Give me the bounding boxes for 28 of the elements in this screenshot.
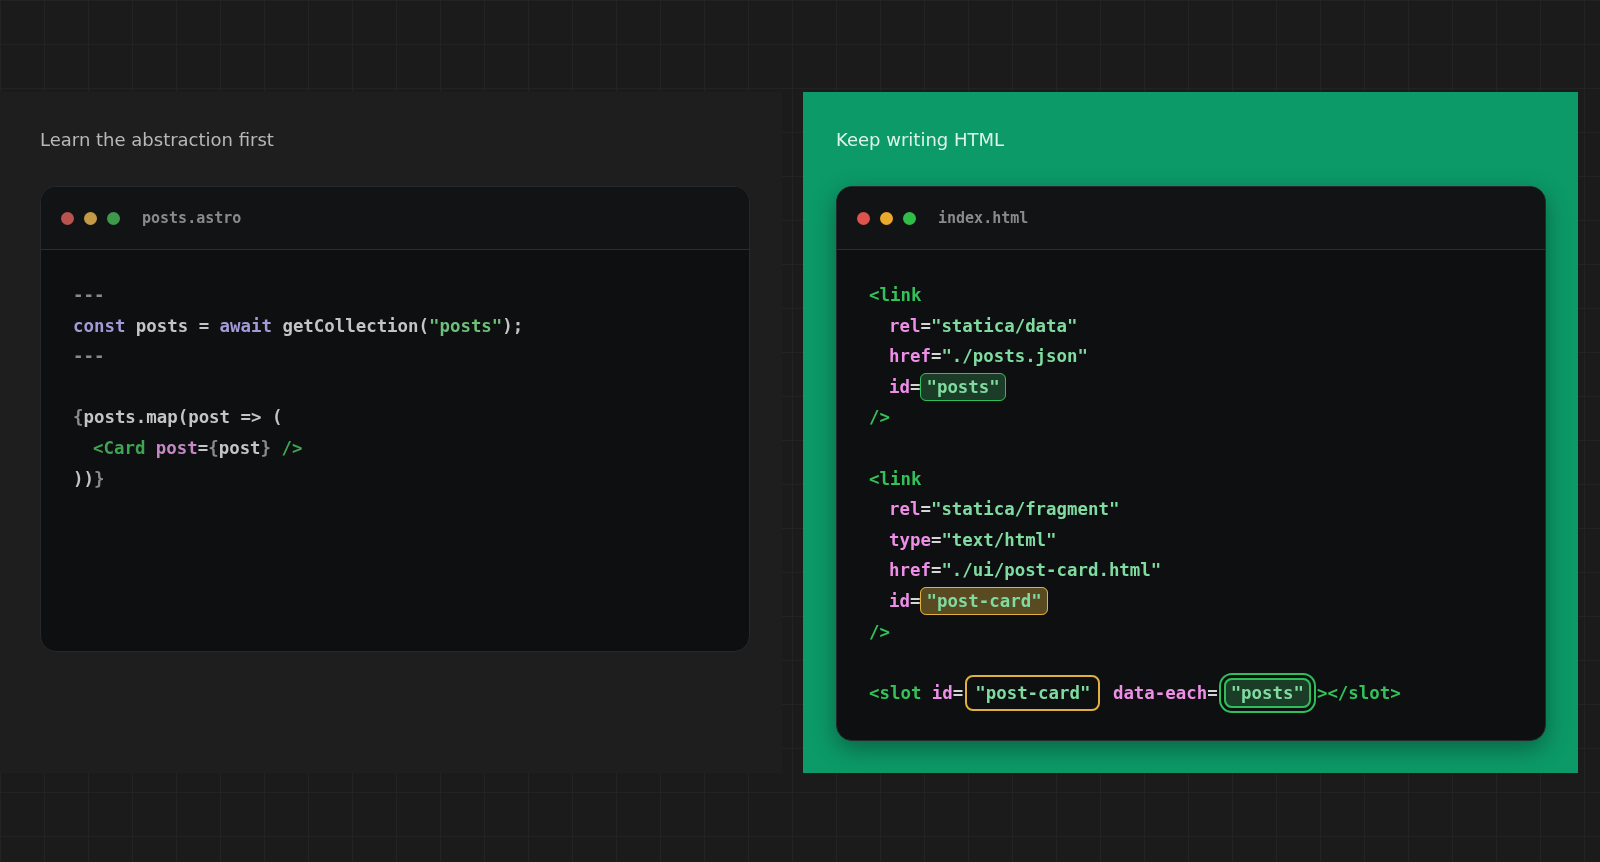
code-line: ---	[73, 345, 106, 369]
panel-title: Keep writing HTML	[836, 128, 1006, 152]
code-line: id= "posts"	[869, 371, 1513, 403]
code-line: />	[869, 620, 891, 644]
code-line: const posts = await getCollection("posts");	[73, 314, 525, 338]
code-line: <link	[869, 284, 923, 307]
code-line: rel="statica/fragment"	[888, 498, 1121, 522]
code-line: />	[869, 406, 891, 430]
file-name: index.html	[938, 209, 1029, 227]
code-line: <slot id= "post-card" data-each= "posts" ></slot>	[869, 677, 1513, 709]
file-name: posts.astro	[142, 209, 242, 227]
window-dot-icon	[61, 211, 74, 225]
code-line: href="./posts.json"	[888, 345, 1089, 369]
panel-title: Learn the abstraction first	[40, 128, 275, 152]
window-dot-icon	[880, 211, 893, 225]
code-line: rel="statica/data"	[888, 314, 1079, 338]
code-line: ))}	[73, 467, 106, 491]
window-dot-icon	[903, 211, 916, 225]
window-dot-icon	[84, 211, 97, 225]
code-line: {posts.map(post => (	[73, 406, 284, 430]
code-line: ---	[73, 284, 106, 307]
window-dot-icon	[107, 211, 120, 225]
code-line: <Card post={post} />	[92, 436, 304, 460]
code-line: href="./ui/post-card.html"	[888, 559, 1163, 583]
code-line: type="text/html"	[888, 528, 1058, 552]
code-line: <link	[869, 467, 923, 491]
code-line: id= "post-card"	[869, 585, 1513, 617]
window-dot-icon	[857, 211, 870, 225]
